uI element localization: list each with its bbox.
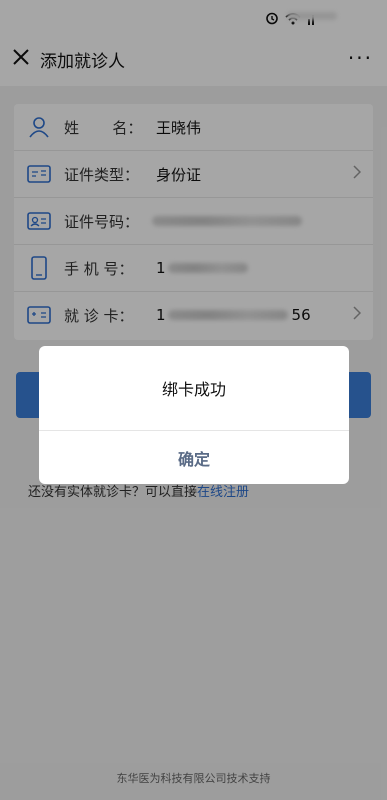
success-dialog: 绑卡成功 确定 bbox=[39, 346, 349, 484]
dialog-message: 绑卡成功 bbox=[39, 346, 349, 431]
dialog-confirm-button[interactable]: 确定 bbox=[39, 431, 349, 484]
